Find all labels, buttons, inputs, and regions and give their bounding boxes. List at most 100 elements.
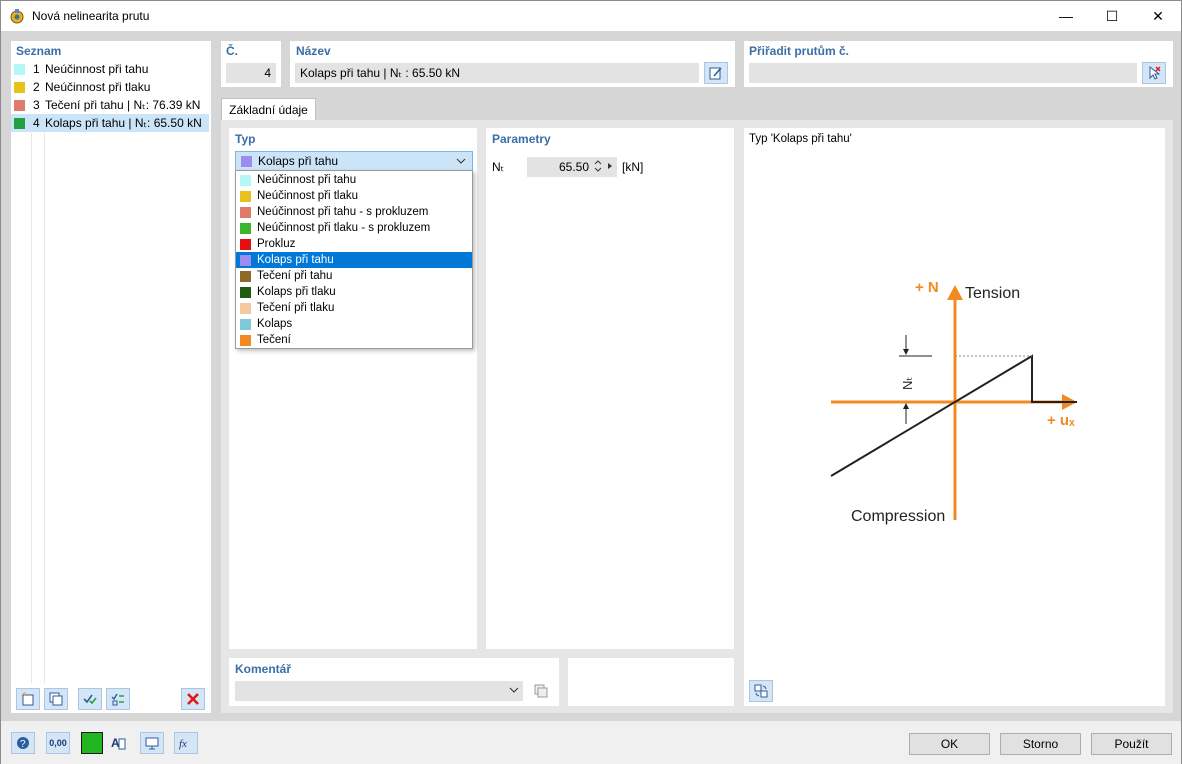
type-option-label: Kolaps <box>257 318 293 330</box>
type-option-label: Prokluz <box>257 238 296 250</box>
nt-label: Nₜ <box>492 160 505 174</box>
number-field[interactable]: 4 <box>226 63 276 83</box>
tab-basic-data[interactable]: Základní údaje <box>221 98 316 120</box>
list-item-number: 2 <box>33 80 40 94</box>
new-item-button[interactable] <box>16 688 40 710</box>
nt-unit: [kN] <box>622 160 644 174</box>
parameters-panel: Parametry Nₜ 65.50 [kN] <box>486 128 734 649</box>
type-option[interactable]: Neúčinnost při tlaku - s prokluzem <box>236 220 472 236</box>
type-option[interactable]: Tečení <box>236 332 472 348</box>
apply-button[interactable]: Použít <box>1091 733 1172 755</box>
list-panel: Seznam 1 Neúčinnost při tahu 2 Neúčinnost p… <box>11 41 211 713</box>
list-item[interactable]: 1 Neúčinnost při tahu <box>11 60 209 78</box>
type-option-swatch <box>240 318 251 330</box>
type-option[interactable]: Kolaps při tahu <box>236 252 472 268</box>
list-item[interactable]: 3 Tečení při tahu | Nₜ: 76.39 kN <box>11 96 209 114</box>
new-item-icon <box>21 692 34 706</box>
list-item-label: Neúčinnost při tlaku <box>45 80 151 94</box>
color-button[interactable] <box>81 732 103 754</box>
list-item-swatch <box>14 81 25 93</box>
uncheck-button[interactable] <box>106 688 130 710</box>
play-arrow-icon[interactable] <box>607 162 613 170</box>
nt-input[interactable]: 65.50 <box>527 157 617 177</box>
type-option[interactable]: Kolaps při tlaku <box>236 284 472 300</box>
units-value: 0,00 <box>49 738 67 748</box>
delete-button[interactable] <box>181 688 205 710</box>
type-option-swatch <box>240 270 251 282</box>
comment-chevron-down-icon[interactable] <box>509 687 519 694</box>
list-item-label: Kolaps při tahu | Nₜ: 65.50 kN <box>45 116 202 130</box>
comment-field[interactable] <box>235 681 523 701</box>
close-button[interactable]: ✕ <box>1135 1 1181 31</box>
svg-text:?: ? <box>20 739 26 750</box>
type-option[interactable]: Neúčinnost při tahu <box>236 172 472 188</box>
list-item-label: Tečení při tahu | Nₜ: 76.39 kN <box>45 98 201 112</box>
type-option[interactable]: Neúčinnost při tlaku <box>236 188 472 204</box>
number-panel: Č. 4 <box>221 41 281 87</box>
type-header: Typ <box>235 132 256 146</box>
assign-header: Přiřadit prutům č. <box>749 44 850 58</box>
type-option-swatch <box>240 286 251 298</box>
type-option-label: Kolaps při tahu <box>257 254 334 266</box>
copy-comment-icon <box>534 684 548 698</box>
type-option-swatch <box>240 206 251 218</box>
select-members-button[interactable] <box>1142 62 1166 84</box>
type-option-swatch <box>240 254 251 266</box>
chevron-down-icon <box>456 158 466 164</box>
type-select[interactable]: Kolaps při tahu <box>235 151 473 171</box>
type-option-swatch <box>240 334 251 346</box>
name-field[interactable]: Kolaps při tahu | Nₜ : 65.50 kN <box>295 63 699 83</box>
view-button[interactable] <box>140 732 164 754</box>
ux-axis-label: + uₓ <box>1047 412 1075 429</box>
assign-field[interactable] <box>749 63 1137 83</box>
tension-label: Tension <box>965 285 1020 302</box>
list-item-swatch <box>14 117 25 129</box>
name-header: Název <box>296 44 331 58</box>
list-item-number: 1 <box>33 62 40 76</box>
formula-button[interactable]: fx <box>174 732 198 754</box>
type-selected-swatch <box>241 155 252 167</box>
list-item-swatch <box>14 63 25 75</box>
ok-button[interactable]: OK <box>909 733 990 755</box>
cancel-button[interactable]: Storno <box>1000 733 1081 755</box>
type-option-label: Kolaps při tlaku <box>257 286 336 298</box>
list-item[interactable]: 4 Kolaps při tahu | Nₜ: 65.50 kN <box>11 114 209 132</box>
help-button[interactable]: ? <box>11 732 35 754</box>
type-option[interactable]: Neúčinnost při tahu - s prokluzem <box>236 204 472 220</box>
app-icon <box>9 8 25 24</box>
type-option[interactable]: Tečení při tahu <box>236 268 472 284</box>
minimize-button[interactable]: — <box>1043 1 1089 31</box>
type-option[interactable]: Kolaps <box>236 316 472 332</box>
diagram-svg: + N Tension Compression + uₓ Nₜ <box>830 279 1077 525</box>
type-option-label: Neúčinnost při tahu <box>257 174 357 186</box>
copy-item-button[interactable] <box>44 688 68 710</box>
spinner-icon[interactable] <box>594 159 602 173</box>
type-option-label: Tečení <box>257 334 291 346</box>
maximize-button[interactable]: ☐ <box>1089 1 1135 31</box>
type-option-label: Neúčinnost při tlaku - s prokluzem <box>257 222 431 234</box>
diagram-options-button[interactable] <box>749 680 773 702</box>
title-bar: Nová nelinearita prutu — ☐ ✕ <box>1 1 1181 31</box>
list-item-number: 3 <box>33 98 40 112</box>
assign-panel: Přiřadit prutům č. <box>744 41 1173 87</box>
dialog-window: Nová nelinearita prutu — ☐ ✕ Seznam 1 Neú… <box>0 0 1182 764</box>
compression-label: Compression <box>851 508 945 525</box>
type-option[interactable]: Tečení při tlaku <box>236 300 472 316</box>
svg-text:fx: fx <box>179 738 187 750</box>
comment-library-button[interactable] <box>529 680 553 702</box>
n-axis-arrow <box>947 285 963 300</box>
type-option-label: Neúčinnost při tlaku <box>257 190 358 202</box>
minimize-icon: — <box>1059 8 1073 24</box>
type-option[interactable]: Prokluz <box>236 236 472 252</box>
check-all-button[interactable] <box>78 688 102 710</box>
comment-header: Komentář <box>235 662 292 676</box>
edit-name-button[interactable] <box>704 62 728 84</box>
text-format-icon: A <box>111 736 126 750</box>
text-tool-button[interactable]: A <box>106 732 130 754</box>
comment-panel: Komentář <box>229 658 559 706</box>
n-axis-label: + N <box>915 279 939 296</box>
type-option-label: Neúčinnost při tahu - s prokluzem <box>257 206 429 218</box>
type-option-label: Tečení při tahu <box>257 270 333 282</box>
list-item[interactable]: 2 Neúčinnost při tlaku <box>11 78 209 96</box>
units-button[interactable]: 0,00 <box>46 732 70 754</box>
